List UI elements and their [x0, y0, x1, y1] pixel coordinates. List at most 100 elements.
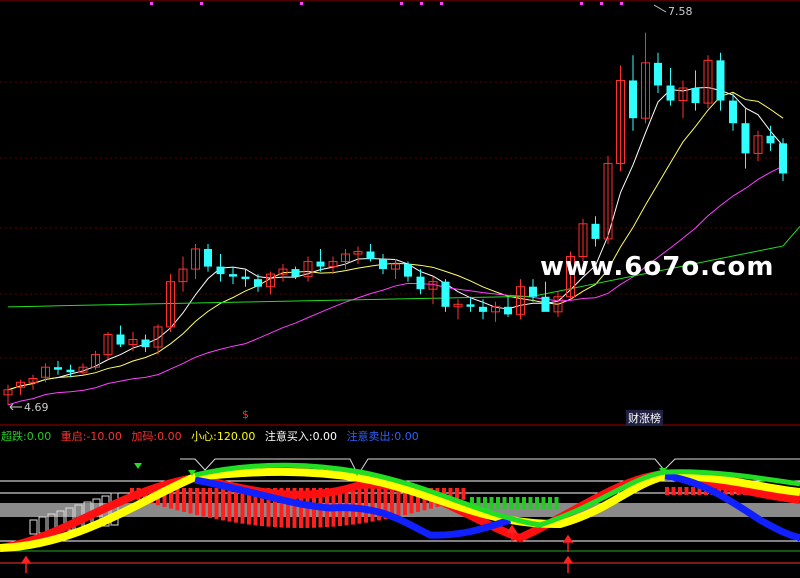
- pink-marker: [420, 2, 423, 5]
- candle-body: [479, 306, 487, 312]
- histogram-bar: [554, 497, 559, 509]
- indicator-xiaoxin: 小心:120.00: [191, 430, 255, 443]
- histogram-bar: [489, 497, 494, 509]
- candle-body: [729, 100, 737, 124]
- histogram-bar: [483, 497, 487, 509]
- indicator-name: 小心:: [191, 430, 217, 443]
- ma20-line: [7, 165, 784, 406]
- candle-body: [741, 123, 750, 154]
- indicator-name: 加码:: [131, 430, 158, 443]
- indicator-name: 超跌:: [1, 430, 27, 443]
- histogram-bar: [208, 488, 212, 518]
- histogram-bar: [461, 488, 466, 500]
- up-arrow-icon: [562, 555, 574, 573]
- indicator-value: 0.00: [26, 430, 52, 443]
- candle-body: [216, 266, 225, 275]
- histogram-bar: [214, 488, 219, 520]
- stock-chart: 7.58 4.69: [0, 0, 800, 573]
- indicator-value: -10.00: [86, 430, 122, 443]
- candle-body: [241, 276, 250, 280]
- candle-body: [366, 251, 375, 260]
- candle-body: [66, 369, 75, 373]
- candle-body: [654, 62, 662, 86]
- pink-marker: [200, 2, 203, 5]
- candle-body: [541, 296, 550, 312]
- indicator-name: 注意卖出:: [346, 430, 395, 443]
- indicator-name: 重启:: [60, 430, 87, 443]
- pink-marker: [300, 2, 303, 5]
- candle-body: [766, 135, 775, 144]
- pink-marker: [620, 2, 623, 5]
- histogram-bar: [678, 487, 682, 495]
- histogram-bar: [234, 488, 238, 523]
- indicator-value: 0.00: [157, 430, 182, 443]
- dollar-marker: $: [242, 408, 249, 421]
- grid-lines: [0, 81, 800, 359]
- histogram-bar: [502, 497, 507, 509]
- pink-marker: [600, 2, 603, 5]
- top-markers: [150, 2, 623, 5]
- histogram-bar: [370, 488, 375, 522]
- indicator-sell: 注意卖出:0.00: [347, 430, 419, 443]
- watermark-text: www.6o7o.com: [540, 252, 775, 282]
- indicator-legend: 超跌:0.00 重启:-10.00 加码:0.00 小心:120.00 注意买入…: [1, 428, 425, 444]
- candle-body: [504, 306, 512, 315]
- candle-body: [291, 269, 300, 277]
- pink-marker: [580, 2, 583, 5]
- histogram-bar: [227, 488, 232, 522]
- candle-body: [416, 276, 425, 290]
- moving-average-lines: [7, 86, 800, 406]
- candle-body: [379, 259, 387, 270]
- candle-body: [716, 60, 725, 101]
- brand-label: 财涨榜: [626, 410, 663, 426]
- down-arrow-icon: [134, 463, 142, 469]
- candle-body: [404, 264, 412, 277]
- candle-body: [54, 367, 62, 370]
- indicator-chaodie: 超跌:0.00: [1, 430, 51, 443]
- histogram-bar: [175, 488, 180, 511]
- candle-body: [666, 85, 675, 101]
- candle-body: [691, 88, 700, 104]
- candle-body: [779, 143, 787, 174]
- histogram-bar: [671, 487, 676, 495]
- price-high-label: 7.58: [668, 5, 693, 18]
- candle-body: [254, 279, 262, 287]
- indicator-value: 0.00: [394, 430, 419, 443]
- histogram-bar: [535, 497, 539, 509]
- candle-body: [529, 286, 537, 297]
- candle-body: [441, 281, 450, 307]
- histogram-bar: [195, 488, 199, 516]
- indicator-buy: 注意买入:0.00: [265, 430, 337, 443]
- pink-marker: [440, 2, 443, 5]
- histogram-bar: [396, 488, 401, 517]
- histogram-bar: [221, 488, 225, 521]
- candle-body: [316, 261, 325, 267]
- histogram-bar: [509, 497, 513, 509]
- histogram-bar: [201, 488, 206, 517]
- histogram-bar: [548, 497, 552, 509]
- indicator-panel: [0, 458, 800, 573]
- low-arrow-icon: [9, 403, 22, 411]
- candle-body: [116, 334, 125, 345]
- histogram-bar: [182, 488, 186, 512]
- histogram-bar: [364, 488, 368, 523]
- up-arrow-icon: [562, 534, 574, 552]
- candle-body: [629, 80, 637, 119]
- candle-body: [229, 274, 237, 277]
- candle-body: [141, 339, 150, 348]
- histogram-bar: [496, 497, 500, 509]
- indicator-jiama: 加码:0.00: [131, 430, 181, 443]
- histogram-bar: [528, 497, 533, 509]
- histogram-bar: [665, 487, 669, 495]
- ma10-line: [7, 91, 784, 391]
- indicator-value: 120.00: [216, 430, 256, 443]
- histogram-bar: [541, 497, 546, 509]
- candle-body: [466, 304, 475, 307]
- candle-body: [591, 223, 600, 239]
- indicator-chongqi: 重启:-10.00: [61, 430, 122, 443]
- candle-body: [204, 248, 212, 267]
- histogram-bar: [188, 488, 193, 514]
- candlesticks: [3, 32, 787, 405]
- histogram-bar: [522, 497, 526, 509]
- price-low-label: 4.69: [24, 401, 49, 414]
